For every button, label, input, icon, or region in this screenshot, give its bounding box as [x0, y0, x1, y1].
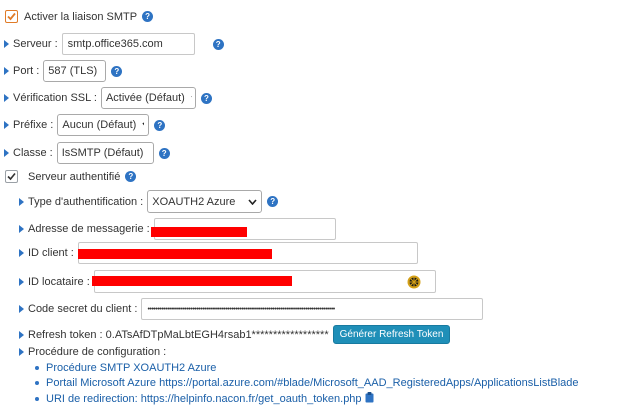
email-label: Adresse de messagerie :	[28, 223, 150, 235]
help-icon[interactable]: ?	[158, 147, 170, 159]
prefix-row: Préfixe : Aucun (Défaut) ?	[4, 114, 166, 136]
secret-row: Code secret du client :	[19, 298, 484, 320]
auth-type-row: Type d'authentification : XOAUTH2 Azure …	[19, 190, 279, 213]
expand-arrow-icon	[4, 40, 9, 48]
server-row: Serveur : ?	[4, 33, 224, 55]
chevron-down-icon	[248, 198, 257, 205]
expand-arrow-icon	[19, 305, 24, 313]
ssl-row: Vérification SSL : Activée (Défaut) ?	[4, 87, 212, 109]
class-select-value: IsSMTP (Défaut)	[61, 147, 144, 159]
expand-arrow-icon	[19, 197, 24, 206]
password-manager-icon[interactable]	[407, 275, 421, 289]
expand-arrow-icon	[19, 249, 24, 257]
server-label: Serveur :	[13, 38, 58, 50]
chevron-down-icon	[142, 122, 145, 126]
list-item: Procédure SMTP XOAUTH2 Azure	[35, 362, 216, 374]
checkmark-icon	[7, 12, 16, 21]
auth-server-label: Serveur authentifié	[28, 170, 121, 183]
help-icon[interactable]: ?	[154, 119, 166, 131]
activate-smtp-checkbox[interactable]	[5, 10, 18, 23]
auth-server-checkbox[interactable]	[5, 170, 18, 183]
activate-smtp-row: Activer la liaison SMTP ?	[5, 10, 154, 23]
list-item: URI de redirection: https://helpinfo.nac…	[35, 392, 374, 406]
bullet-icon	[35, 381, 39, 385]
generate-refresh-token-button[interactable]: Générer Refresh Token	[332, 325, 451, 344]
ssl-label: Vérification SSL :	[13, 92, 97, 104]
help-icon[interactable]: ?	[212, 38, 224, 50]
prefix-label: Préfixe :	[13, 119, 54, 131]
client-id-label: ID client :	[28, 247, 74, 259]
activate-smtp-label: Activer la liaison SMTP	[24, 10, 138, 23]
config-procedure-row: Procédure de configuration :	[19, 346, 166, 358]
redirect-uri-text: URI de redirection: https://helpinfo.nac…	[46, 393, 362, 405]
secret-label: Code secret du client :	[28, 303, 138, 315]
redaction-mark	[92, 276, 292, 286]
port-label: Port :	[13, 65, 40, 77]
help-icon[interactable]: ?	[142, 11, 154, 22]
refresh-token-row: Refresh token : 0.ATsAfDTpMaLbtEGH4rsab1…	[19, 325, 451, 344]
secret-input[interactable]	[141, 298, 484, 320]
clipboard-icon[interactable]	[365, 392, 374, 406]
ssl-select[interactable]: Activée (Défaut)	[100, 87, 196, 109]
auth-server-row: Serveur authentifié ?	[5, 170, 137, 183]
help-icon[interactable]: ?	[200, 92, 212, 104]
list-item: Portail Microsoft Azure https://portal.a…	[35, 377, 579, 389]
expand-arrow-icon	[4, 149, 9, 157]
class-select[interactable]: IsSMTP (Défaut)	[56, 142, 154, 164]
refresh-token-text: Refresh token : 0.ATsAfDTpMaLbtEGH4rsab1…	[28, 328, 329, 341]
redaction-mark	[151, 227, 247, 237]
expand-arrow-icon	[19, 348, 24, 356]
config-procedure-label: Procédure de configuration :	[28, 346, 167, 358]
auth-type-label: Type d'authentification :	[28, 195, 144, 208]
port-row: Port : 587 (TLS) ?	[4, 60, 123, 82]
help-icon[interactable]: ?	[111, 65, 123, 77]
class-row: Classe : IsSMTP (Défaut) ?	[4, 142, 170, 164]
expand-arrow-icon	[19, 330, 24, 339]
expand-arrow-icon	[4, 94, 9, 102]
help-icon[interactable]: ?	[125, 171, 137, 182]
class-label: Classe :	[13, 147, 53, 159]
expand-arrow-icon	[4, 121, 9, 129]
smtp-procedure-link[interactable]: Procédure SMTP XOAUTH2 Azure	[46, 362, 216, 374]
auth-type-select-value: XOAUTH2 Azure	[152, 195, 236, 208]
bullet-icon	[35, 397, 39, 401]
tenant-id-label: ID locataire :	[28, 275, 90, 288]
expand-arrow-icon	[19, 277, 24, 286]
prefix-select[interactable]: Aucun (Défaut)	[57, 114, 150, 136]
bullet-icon	[35, 366, 39, 370]
expand-arrow-icon	[19, 225, 24, 233]
prefix-select-value: Aucun (Défaut)	[62, 119, 137, 131]
help-icon[interactable]: ?	[267, 196, 279, 207]
checkmark-icon	[7, 172, 16, 181]
redaction-mark	[78, 249, 272, 259]
expand-arrow-icon	[4, 67, 9, 75]
auth-type-select[interactable]: XOAUTH2 Azure	[147, 190, 263, 213]
port-select-value: 587 (TLS)	[48, 65, 98, 77]
ssl-select-value: Activée (Défaut)	[105, 92, 185, 104]
azure-portal-link[interactable]: Portail Microsoft Azure https://portal.a…	[46, 377, 579, 389]
server-input[interactable]	[61, 33, 195, 55]
port-select[interactable]: 587 (TLS)	[43, 60, 107, 82]
